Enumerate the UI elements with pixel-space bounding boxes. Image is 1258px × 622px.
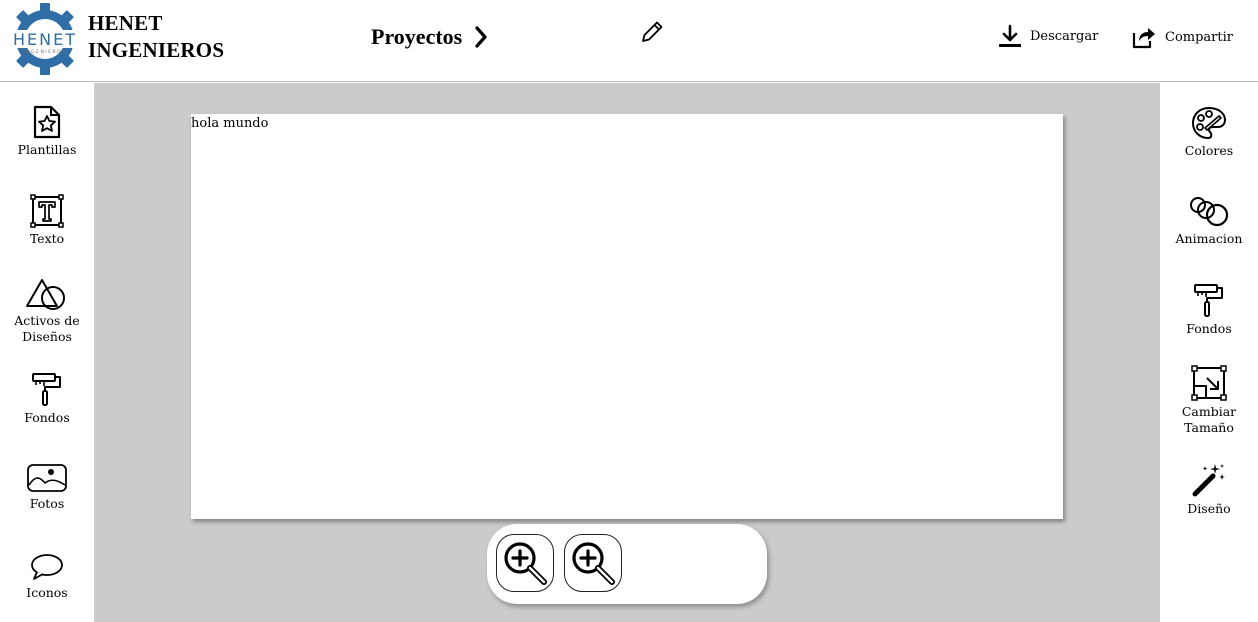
- sidebar-item-cambiar-tamano[interactable]: Cambiar Tamaño: [1160, 365, 1258, 436]
- text-icon: [30, 194, 64, 228]
- sidebar-item-fondos-right[interactable]: Fondos: [1160, 282, 1258, 337]
- zoom-second-button[interactable]: [564, 534, 622, 592]
- workspace: hola mundo: [94, 83, 1160, 622]
- magic-wand-icon: [1192, 464, 1225, 497]
- top-header: HENET INGENIEROS HENET INGENIEROS Proyec…: [0, 0, 1258, 82]
- speech-bubble-icon: [31, 554, 63, 580]
- sidebar-item-fotos[interactable]: Fotos: [0, 463, 94, 512]
- photo-icon: [27, 464, 67, 492]
- zoom-in-icon: [504, 542, 547, 585]
- zoom-in-icon: [572, 542, 615, 585]
- sidebar-item-animacion[interactable]: Animacion: [1160, 194, 1258, 247]
- palette-icon: [1191, 106, 1227, 140]
- sidebar-item-diseno[interactable]: Diseño: [1160, 462, 1258, 517]
- sidebar-item-activos[interactable]: Activos de Diseños: [0, 278, 94, 345]
- chevron-right-icon: [475, 26, 487, 48]
- svg-text:HENET: HENET: [13, 30, 77, 49]
- shapes-icon: [26, 279, 65, 310]
- zoom-toolbar: [487, 524, 767, 604]
- pencil-icon[interactable]: [638, 18, 666, 46]
- sidebar-item-label: Diseño: [1187, 501, 1231, 516]
- sidebar-item-label: Colores: [1184, 143, 1234, 158]
- svg-text:INGENIEROS: INGENIEROS: [23, 49, 66, 55]
- sidebar-item-label: Animacion: [1175, 231, 1243, 246]
- design-canvas[interactable]: hola mundo: [191, 114, 1063, 519]
- download-icon: [999, 24, 1021, 47]
- sidebar-item-texto[interactable]: Texto: [0, 194, 94, 247]
- gear-logo-icon[interactable]: HENET INGENIEROS: [6, 3, 84, 75]
- left-sidebar: Plantillas Texto Activos de Diseños Fond…: [0, 83, 94, 622]
- sidebar-item-label: Activos de Diseños: [14, 313, 80, 344]
- template-icon: [33, 105, 61, 139]
- paint-roller-icon: [32, 373, 61, 406]
- sidebar-item-label: Cambiar Tamaño: [1181, 404, 1237, 435]
- brand-name: HENET INGENIEROS: [88, 10, 224, 64]
- share-icon: [1132, 28, 1155, 49]
- paint-roller-icon: [1194, 284, 1223, 317]
- brand-line-2: INGENIEROS: [88, 38, 225, 62]
- rings-icon: [1190, 197, 1229, 227]
- sidebar-item-label: Texto: [29, 231, 65, 246]
- breadcrumb-projects[interactable]: Proyectos: [371, 24, 488, 50]
- sidebar-item-iconos[interactable]: Iconos: [0, 552, 94, 601]
- resize-icon: [1191, 365, 1227, 401]
- zoom-in-button[interactable]: [496, 534, 554, 592]
- share-label: Compartir: [1165, 29, 1233, 45]
- sidebar-item-plantillas[interactable]: Plantillas: [0, 105, 94, 158]
- download-button[interactable]: Descargar: [998, 24, 1098, 48]
- sidebar-item-colores[interactable]: Colores: [1160, 106, 1258, 159]
- breadcrumb-label: Proyectos: [371, 24, 463, 49]
- download-label: Descargar: [1030, 28, 1099, 44]
- sidebar-item-label: Plantillas: [17, 142, 77, 157]
- sidebar-item-fondos[interactable]: Fondos: [0, 371, 94, 426]
- sidebar-item-label: Fondos: [24, 410, 70, 425]
- brand-line-1: HENET: [88, 11, 163, 35]
- sidebar-item-label: Fondos: [1186, 321, 1232, 336]
- canvas-text-element[interactable]: hola mundo: [191, 116, 268, 131]
- sidebar-item-label: Iconos: [26, 585, 68, 600]
- right-sidebar: Colores Animacion Fondos Cambiar Tamaño: [1160, 83, 1258, 622]
- sidebar-item-label: Fotos: [29, 496, 65, 511]
- share-button[interactable]: Compartir: [1131, 24, 1233, 50]
